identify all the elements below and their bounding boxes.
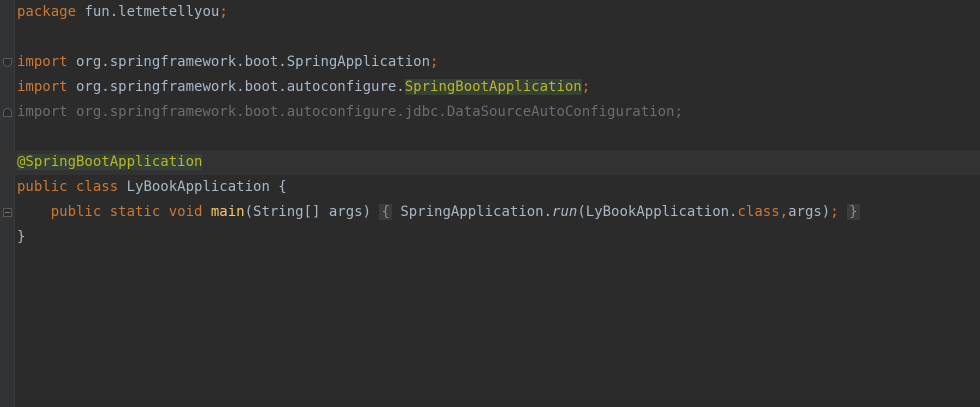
code-token: ; <box>830 204 839 220</box>
code-token: import <box>17 79 68 95</box>
code-token: fun.letmetellyou <box>76 4 220 20</box>
code-text: public static void main(String[] args) {… <box>17 200 860 225</box>
code-line[interactable]: import org.springframework.boot.SpringAp… <box>0 50 980 75</box>
code-editor[interactable]: package fun.letmetellyou; import org.spri… <box>0 0 980 407</box>
code-text: package fun.letmetellyou; <box>17 0 228 25</box>
code-token: org.springframework.boot.SpringApplicati… <box>67 54 431 70</box>
code-line[interactable]: import org.springframework.boot.autoconf… <box>0 75 980 100</box>
code-token: import <box>17 54 68 70</box>
code-token: import org.springframework.boot.autoconf… <box>17 104 683 120</box>
code-token: ; <box>430 54 439 70</box>
code-line[interactable] <box>0 125 980 150</box>
code-line[interactable]: package fun.letmetellyou; <box>0 0 980 25</box>
fold-marker-icon[interactable] <box>3 58 12 67</box>
code-token: { <box>379 204 392 220</box>
code-token: run <box>552 204 578 220</box>
code-token: org.springframework.boot.autoconfigure. <box>67 79 405 95</box>
code-line[interactable]: } <box>0 225 980 250</box>
code-token: public static void <box>17 204 203 220</box>
code-token: SpringApplication. <box>391 204 553 220</box>
fold-marker-icon[interactable] <box>3 108 12 117</box>
code-text: import org.springframework.boot.autoconf… <box>17 100 683 125</box>
code-line[interactable]: public static void main(String[] args) {… <box>0 200 980 225</box>
code-token: args) <box>788 204 831 220</box>
code-text: @SpringBootApplication <box>17 150 203 175</box>
code-token: , <box>779 204 789 220</box>
fold-marker-icon[interactable] <box>3 208 12 217</box>
code-token: class <box>737 204 780 220</box>
code-token: package <box>17 4 77 20</box>
code-token: @SpringBootApplication <box>17 154 203 170</box>
code-text: import org.springframework.boot.SpringAp… <box>17 50 438 75</box>
code-text: import org.springframework.boot.autoconf… <box>17 75 590 100</box>
code-token: LyBookApplication { <box>118 179 287 195</box>
code-line[interactable]: import org.springframework.boot.autoconf… <box>0 100 980 125</box>
code-token: (LyBookApplication. <box>577 204 738 220</box>
code-text: } <box>17 225 25 250</box>
code-line[interactable]: @SpringBootApplication <box>0 150 980 175</box>
code-line[interactable]: public class LyBookApplication { <box>0 175 980 200</box>
code-token: ; <box>219 4 228 20</box>
code-text: public class LyBookApplication { <box>17 175 287 200</box>
code-line[interactable] <box>0 25 980 50</box>
code-token: SpringBootApplication <box>404 79 582 95</box>
code-token: ; <box>581 79 591 95</box>
code-token: (String[] args) <box>244 204 380 220</box>
code-token: public class <box>17 179 119 195</box>
code-token: } <box>847 204 860 220</box>
code-token: main <box>210 204 245 220</box>
code-token: } <box>17 229 26 245</box>
